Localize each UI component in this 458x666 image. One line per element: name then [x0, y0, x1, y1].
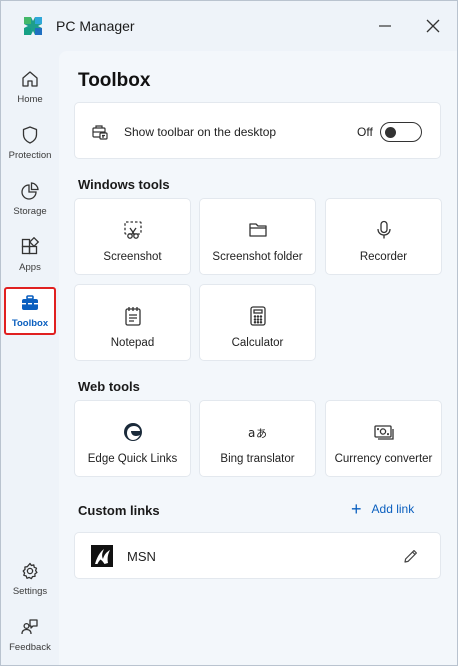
- toolbar-icon: [92, 125, 108, 140]
- close-icon: [426, 19, 440, 33]
- add-link-button[interactable]: + Add link: [351, 499, 415, 519]
- tile-notepad[interactable]: Notepad: [74, 284, 191, 361]
- app-title: PC Manager: [56, 18, 135, 34]
- apps-icon: [21, 237, 40, 255]
- minimize-icon: [379, 25, 391, 27]
- tile-label: Bing translator: [220, 453, 295, 465]
- notepad-icon: [122, 305, 144, 327]
- shield-icon: [22, 126, 38, 144]
- pencil-icon: [404, 550, 417, 563]
- main-content: Toolbox Show toolbar on the desktop Off …: [59, 51, 457, 665]
- sidebar-item-protection[interactable]: Protection: [4, 121, 56, 169]
- tile-calculator[interactable]: Calculator: [199, 284, 316, 361]
- sidebar-item-home[interactable]: Home: [4, 65, 56, 113]
- minimize-button[interactable]: [374, 15, 396, 37]
- sidebar: Home Protection Storage Apps Toolbox Set…: [1, 51, 59, 665]
- pie-chart-icon: [21, 182, 39, 200]
- tile-label: Calculator: [231, 337, 284, 349]
- feedback-icon: [21, 619, 38, 635]
- plus-icon: +: [351, 499, 362, 519]
- windows-tools-heading: Windows tools: [78, 177, 170, 192]
- sidebar-item-label: Settings: [12, 586, 48, 597]
- tile-edge-quick-links[interactable]: Edge Quick Links: [74, 400, 191, 477]
- currency-icon: [373, 421, 395, 443]
- tile-screenshot[interactable]: Screenshot: [74, 198, 191, 275]
- app-logo-icon: [24, 17, 42, 35]
- tile-currency-converter[interactable]: Currency converter: [325, 400, 442, 477]
- toolbox-icon: [22, 295, 38, 310]
- svg-text:あ: あ: [256, 427, 267, 440]
- tile-label: Currency converter: [334, 453, 433, 465]
- screenshot-icon: [122, 219, 144, 241]
- app-window: PC Manager Home Protection Storage Apps …: [0, 0, 458, 666]
- tile-label: Notepad: [110, 337, 155, 349]
- sidebar-item-toolbox[interactable]: Toolbox: [4, 287, 56, 335]
- microphone-icon: [373, 219, 395, 241]
- add-link-label: Add link: [371, 502, 415, 516]
- tile-bing-translator[interactable]: a あ Bing translator: [199, 400, 316, 477]
- title-bar: PC Manager: [1, 1, 457, 51]
- tile-label: Screenshot folder: [212, 251, 303, 263]
- edge-icon: [122, 421, 144, 443]
- toggle-knob: [385, 126, 396, 138]
- show-toolbar-label: Show toolbar on the desktop: [124, 125, 277, 139]
- gear-icon: [22, 562, 38, 580]
- tile-label: Screenshot: [103, 251, 162, 263]
- sidebar-item-label: Feedback: [9, 642, 51, 653]
- folder-icon: [247, 219, 269, 241]
- page-title: Toolbox: [78, 70, 151, 91]
- custom-links-heading: Custom links: [78, 503, 160, 518]
- tile-recorder[interactable]: Recorder: [325, 198, 442, 275]
- sidebar-item-label: Apps: [19, 262, 41, 273]
- show-toolbar-setting: Show toolbar on the desktop Off: [74, 102, 441, 159]
- tile-screenshot-folder[interactable]: Screenshot folder: [199, 198, 316, 275]
- calculator-icon: [247, 305, 269, 327]
- sidebar-item-label: Protection: [8, 150, 52, 161]
- edit-link-button[interactable]: [402, 547, 420, 565]
- show-toolbar-toggle[interactable]: [380, 122, 422, 142]
- custom-link-label: MSN: [127, 549, 156, 564]
- sidebar-item-label: Home: [17, 94, 43, 105]
- tile-label: Recorder: [359, 251, 408, 263]
- toggle-state-label: Off: [357, 125, 373, 139]
- sidebar-item-apps[interactable]: Apps: [4, 233, 56, 281]
- sidebar-item-label: Storage: [13, 206, 47, 217]
- translate-icon: a あ: [247, 421, 269, 443]
- web-tools-heading: Web tools: [78, 379, 140, 394]
- sidebar-item-settings[interactable]: Settings: [4, 557, 56, 605]
- svg-text:a: a: [248, 426, 255, 440]
- tile-label: Edge Quick Links: [87, 453, 178, 465]
- sidebar-item-label: Toolbox: [11, 318, 49, 329]
- custom-link-msn[interactable]: MSN: [74, 532, 441, 579]
- sidebar-item-feedback[interactable]: Feedback: [4, 613, 56, 661]
- close-button[interactable]: [422, 15, 444, 37]
- msn-logo: [91, 545, 113, 567]
- sidebar-item-storage[interactable]: Storage: [4, 177, 56, 225]
- home-icon: [22, 71, 38, 87]
